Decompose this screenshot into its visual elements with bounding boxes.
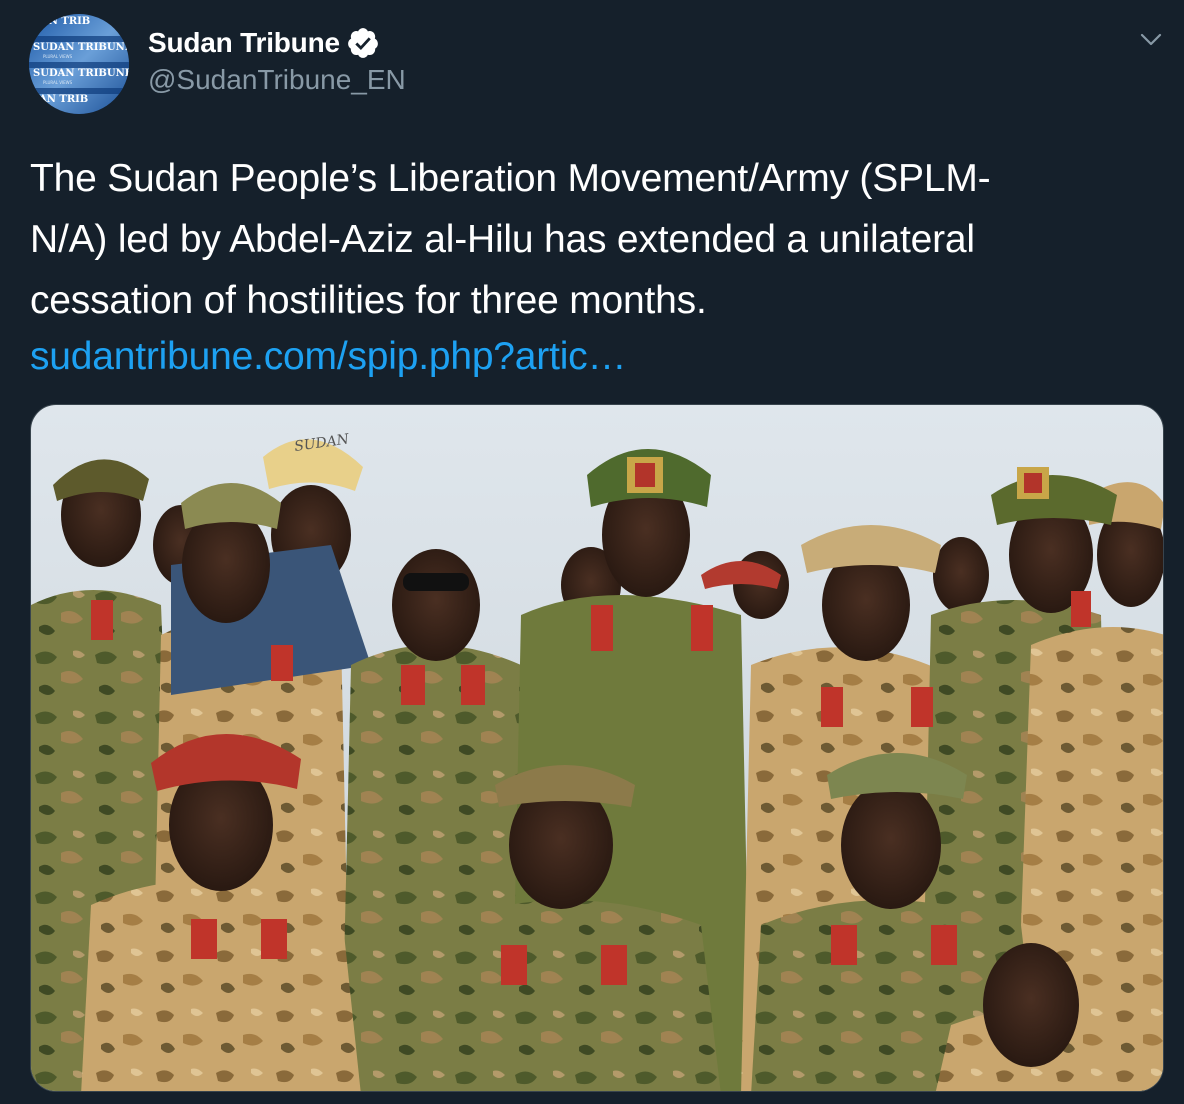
sudan-tribune-logo: AN TRIB SUDAN TRIBUNE SUDAN TRIBUNE AN T…: [29, 14, 129, 114]
author-display-name[interactable]: Sudan Tribune: [148, 27, 340, 59]
author-name-row[interactable]: Sudan Tribune: [148, 26, 380, 60]
svg-text:PLURAL VIEWS: PLURAL VIEWS: [43, 54, 73, 59]
tweet-text-line: cessation of hostilities for three month…: [30, 279, 707, 322]
svg-text:AN TRIB: AN TRIB: [40, 16, 90, 27]
svg-text:SUDAN TRIBUNE: SUDAN TRIBUNE: [33, 68, 129, 79]
tweet-photo[interactable]: SUDAN: [30, 404, 1164, 1092]
photo-image: SUDAN: [31, 405, 1163, 1091]
tweet-text-line: The Sudan People’s Liberation Movement/A…: [30, 157, 991, 200]
tweet-text-line: N/A) led by Abdel-Aziz al-Hilu has exten…: [30, 218, 975, 261]
tweet-text: The Sudan People’s Liberation Movement/A…: [30, 148, 1160, 331]
svg-text:PLURAL VIEWS: PLURAL VIEWS: [43, 80, 73, 85]
avatar[interactable]: AN TRIB SUDAN TRIBUNE SUDAN TRIBUNE AN T…: [29, 14, 129, 114]
svg-text:AN TRIB: AN TRIB: [38, 94, 88, 105]
svg-text:SUDAN TRIBUNE: SUDAN TRIBUNE: [33, 42, 129, 53]
tweet: AN TRIB SUDAN TRIBUNE SUDAN TRIBUNE AN T…: [0, 0, 1184, 1104]
author-handle[interactable]: @SudanTribune_EN: [148, 64, 406, 96]
verified-badge-icon: [346, 26, 380, 60]
chevron-down-icon[interactable]: [1138, 26, 1164, 52]
article-link[interactable]: sudantribune.com/spip.php?artic…: [30, 331, 626, 383]
